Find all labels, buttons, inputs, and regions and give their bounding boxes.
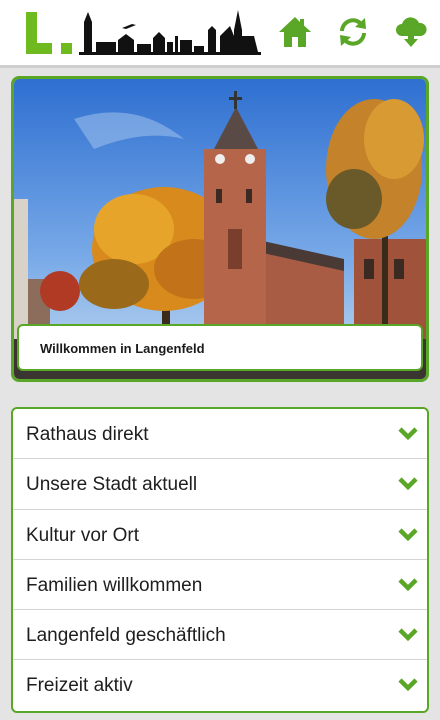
menu-item-rathaus[interactable]: Rathaus direkt xyxy=(13,409,427,460)
city-skyline-logo[interactable] xyxy=(26,8,262,58)
chevron-down-icon xyxy=(398,528,418,541)
menu-item-label: Langenfeld geschäftlich xyxy=(26,625,226,647)
chevron-down-icon xyxy=(398,477,418,491)
hero-banner[interactable]: Willkommen in Langenfeld xyxy=(11,76,429,382)
menu-item-familien[interactable]: Familien willkommen xyxy=(13,560,427,611)
welcome-caption[interactable]: Willkommen in Langenfeld xyxy=(17,324,423,371)
chevron-down-icon xyxy=(398,578,418,592)
app-header xyxy=(0,0,440,68)
menu-item-stadt-aktuell[interactable]: Unsere Stadt aktuell xyxy=(13,459,427,510)
refresh-button[interactable] xyxy=(335,14,371,50)
menu-item-geschaeftlich[interactable]: Langenfeld geschäftlich xyxy=(13,610,427,661)
chevron-down-icon xyxy=(398,628,418,642)
chevron-down-icon xyxy=(398,678,418,692)
welcome-text: Willkommen in Langenfeld xyxy=(40,341,205,356)
home-icon xyxy=(279,17,311,47)
cloud-download-icon xyxy=(396,17,427,47)
menu-item-kultur[interactable]: Kultur vor Ort xyxy=(13,510,427,560)
chevron-down-icon xyxy=(398,427,418,441)
menu-item-label: Rathaus direkt xyxy=(26,424,149,445)
cloud-download-button[interactable] xyxy=(393,14,429,50)
home-button[interactable] xyxy=(277,14,313,50)
menu-item-freizeit[interactable]: Freizeit aktiv xyxy=(13,660,427,710)
menu-item-label: Unsere Stadt aktuell xyxy=(26,474,198,496)
refresh-icon xyxy=(340,18,366,46)
main-menu: Rathaus direkt Unsere Stadt aktuell Kult… xyxy=(11,407,429,713)
menu-item-label: Freizeit aktiv xyxy=(26,675,133,697)
menu-item-label: Kultur vor Ort xyxy=(26,524,139,546)
menu-item-label: Familien willkommen xyxy=(26,574,203,596)
